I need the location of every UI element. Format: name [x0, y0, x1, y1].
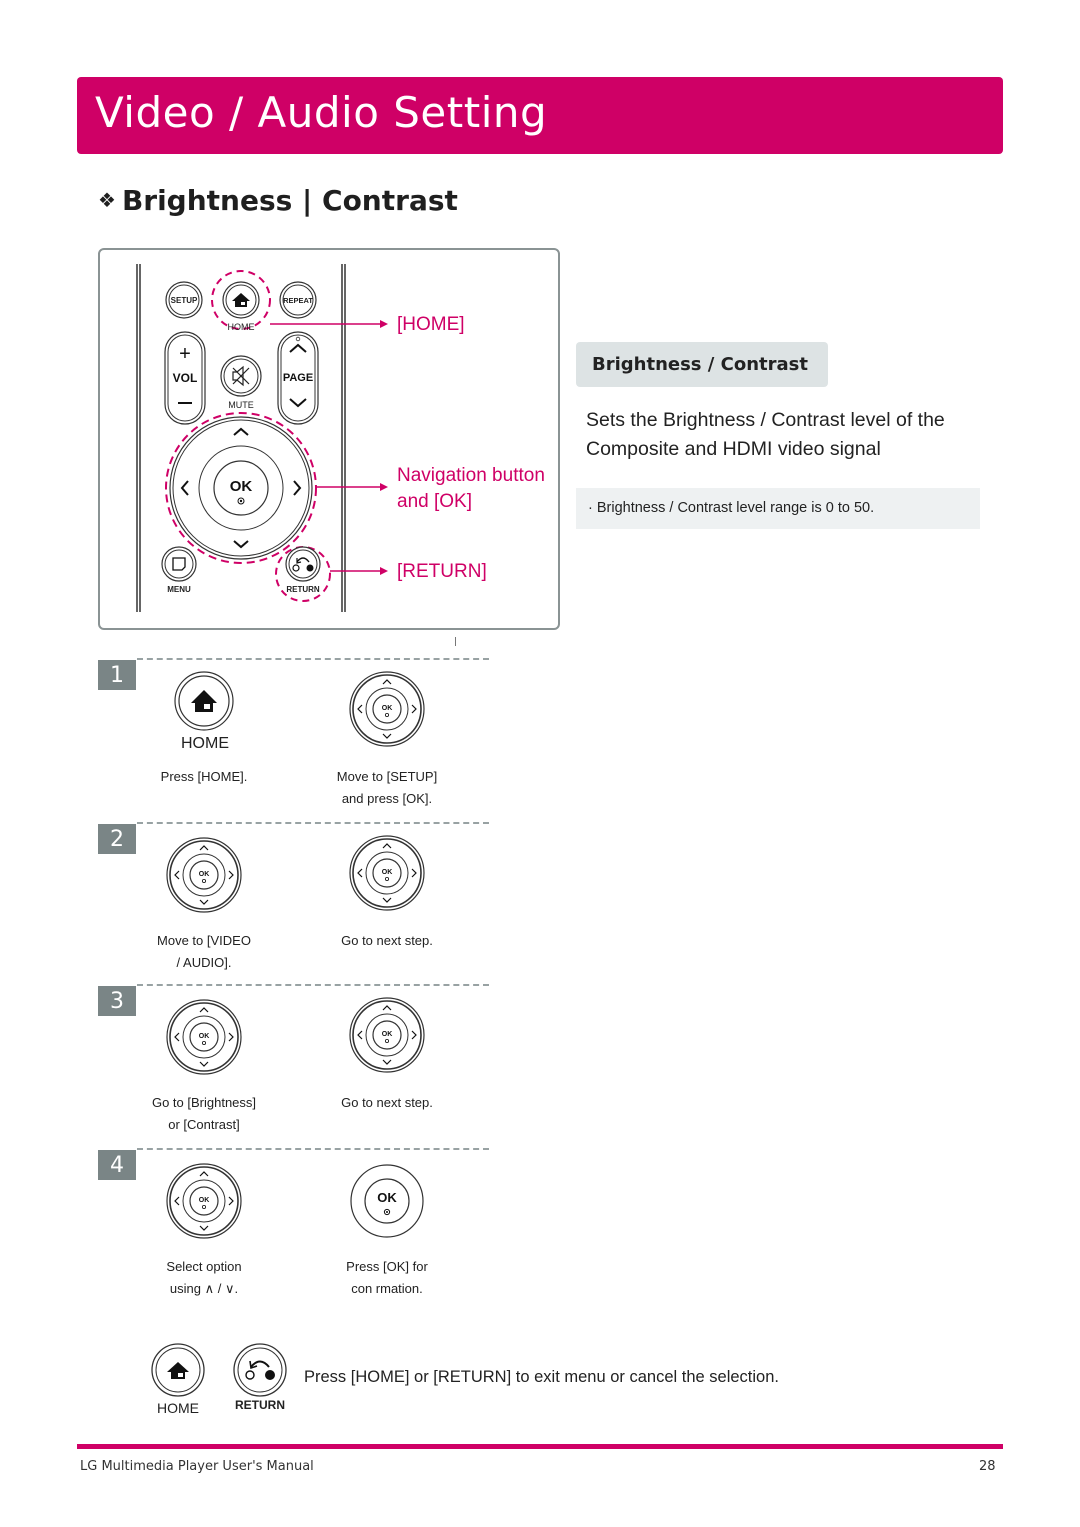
repeat-label: REPEAT: [283, 296, 313, 305]
footer-bar: [77, 1444, 1003, 1449]
section-heading: ❖ Brightness | Contrast: [98, 184, 458, 217]
step-number-badge: 2: [98, 824, 136, 854]
caption-line: / AUDIO].: [176, 955, 232, 970]
return-label: RETURN: [286, 585, 320, 594]
exit-return-label: RETURN: [235, 1398, 285, 1412]
navigation-ok-pad-icon: OK: [166, 999, 242, 1075]
caption-line: [307, 1114, 467, 1136]
svg-text:+: +: [179, 343, 191, 365]
step-divider: [137, 1148, 489, 1150]
footer-manual-title: LG Multimedia Player User's Manual: [80, 1459, 314, 1474]
exit-home-label: HOME: [157, 1400, 199, 1416]
svg-text:OK: OK: [199, 871, 210, 878]
four-diamond-bullet-icon: ❖: [98, 188, 116, 212]
step-divider: [137, 984, 489, 986]
step-number-badge: 4: [98, 1150, 136, 1180]
caption-line: Move to [SETUP]: [336, 769, 438, 784]
caption-line: or [Contrast]: [168, 1117, 240, 1132]
stray-mark: [455, 637, 456, 646]
caption-line: and press [OK].: [341, 791, 433, 806]
caption-line: Select option: [166, 1259, 242, 1274]
svg-text:OK: OK: [382, 705, 393, 712]
callout-nav-line1: Navigation button: [397, 465, 545, 486]
navigation-ok-pad-icon: OK: [166, 837, 242, 913]
home-button-icon: [174, 671, 234, 731]
setup-button-icon: SETUP: [165, 281, 203, 319]
callout-return: [RETURN]: [397, 561, 487, 582]
setup-label: SETUP: [171, 296, 198, 305]
exit-hint-text: Press [HOME] or [RETURN] to exit menu or…: [304, 1368, 779, 1386]
vol-label: VOL: [173, 371, 198, 385]
menu-button-icon: MENU: [161, 546, 197, 594]
volume-rocker-icon: + VOL: [164, 331, 206, 425]
caption-line: Press [HOME].: [160, 769, 248, 784]
caption-line: con rmation.: [351, 1281, 423, 1296]
step-divider: [137, 822, 489, 824]
home-button-icon: HOME: [211, 270, 271, 332]
caption-line: Press [OK] for: [346, 1259, 428, 1274]
svg-text:OK: OK: [199, 1033, 210, 1040]
svg-text:OK: OK: [199, 1197, 210, 1204]
ok-button-icon: OK: [350, 1164, 424, 1238]
caption-line: Go to [Brightness]: [151, 1095, 257, 1110]
step-right-caption: Go to next step.: [307, 1092, 467, 1136]
step-number-badge: 3: [98, 986, 136, 1016]
svg-text:OK: OK: [382, 1031, 393, 1038]
section-heading-text: Brightness | Contrast: [121, 184, 458, 217]
step-icons: OK OK: [166, 835, 425, 913]
page-label: PAGE: [283, 372, 313, 384]
navigation-ok-pad-icon: OK: [166, 1163, 242, 1239]
svg-text:OK: OK: [377, 1190, 397, 1205]
remote-illustration: SETUP HOME REPEAT + VOL MUTE PAGE OK MEN…: [136, 264, 388, 612]
step-right-caption: Press [OK] for con rmation.: [307, 1256, 467, 1300]
navigation-ok-pad-icon: OK: [349, 835, 425, 911]
navigation-pad-icon: OK: [165, 412, 317, 564]
home-label: HOME: [228, 322, 255, 332]
home-button-icon: [151, 1343, 205, 1397]
caption-line: using ∧ / ∨.: [169, 1281, 239, 1296]
callout-navigation: Navigation button and [OK]: [397, 463, 545, 515]
caption-line: Go to next step.: [341, 933, 433, 948]
step-left-caption: Select option using ∧ / ∨.: [124, 1256, 284, 1300]
menu-label: MENU: [167, 585, 191, 594]
callout-home: [HOME]: [397, 314, 465, 335]
mute-label: MUTE: [228, 400, 254, 410]
repeat-button-icon: REPEAT: [279, 281, 317, 319]
ok-label: OK: [230, 478, 253, 495]
note-text: · Brightness / Contrast level range is 0…: [588, 500, 875, 516]
return-button-icon: [233, 1343, 287, 1397]
step-left-caption: Press [HOME].: [124, 766, 284, 810]
svg-text:OK: OK: [382, 869, 393, 876]
step-icons: OK OK: [166, 1163, 424, 1239]
caption-line: [124, 788, 284, 810]
description: Sets the Brightness / Contrast level of …: [586, 409, 945, 460]
callout-nav-line2: and [OK]: [397, 491, 472, 512]
page-number: 28: [979, 1459, 996, 1474]
mute-button-icon: MUTE: [220, 355, 262, 410]
step-right-caption: Go to next step.: [307, 930, 467, 974]
navigation-ok-pad-icon: OK: [349, 997, 425, 1073]
home-icon-label: HOME: [181, 735, 229, 752]
return-button-icon: RETURN: [275, 546, 331, 602]
caption-line: Go to next step.: [341, 1095, 433, 1110]
step-divider: [137, 658, 489, 660]
caption-line: [307, 952, 467, 974]
step-left-caption: Move to [VIDEO / AUDIO].: [124, 930, 284, 974]
step-left-caption: Go to [Brightness] or [Contrast]: [124, 1092, 284, 1136]
step-icons: OK OK: [166, 997, 425, 1075]
subheading: Brightness / Contrast: [592, 354, 808, 375]
step-right-caption: Move to [SETUP] and press [OK].: [307, 766, 467, 810]
caption-line: Move to [VIDEO: [157, 933, 251, 948]
navigation-ok-pad-icon: OK: [349, 671, 425, 747]
page-rocker-icon: PAGE: [277, 331, 319, 425]
step-number-badge: 1: [98, 660, 136, 690]
page-title: Video / Audio Setting: [95, 88, 548, 137]
